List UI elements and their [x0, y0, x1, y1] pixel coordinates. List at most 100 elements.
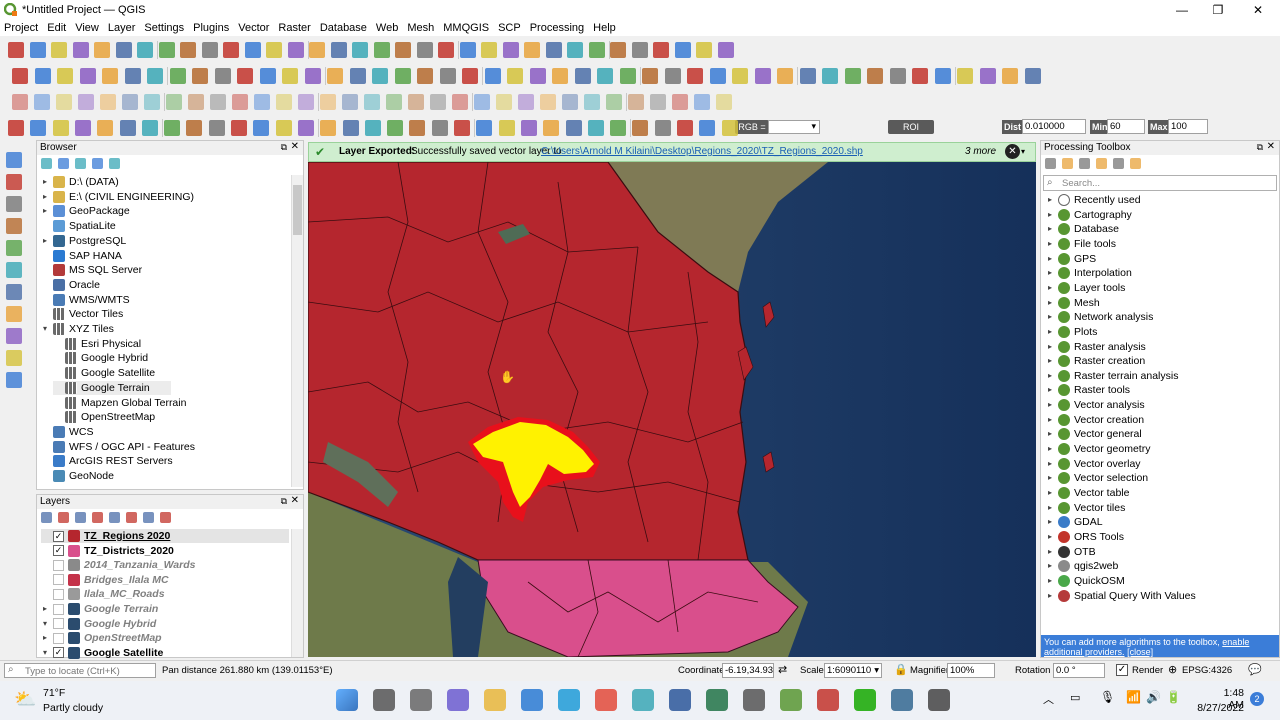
- toolbar-tool-icon[interactable]: [619, 68, 636, 84]
- toolbar-tool-icon[interactable]: [304, 68, 321, 84]
- volume-icon[interactable]: 🔊: [1146, 690, 1161, 704]
- toolbar-tool-icon[interactable]: [867, 68, 883, 84]
- processing-search-box[interactable]: ⌕ Search...: [1043, 175, 1277, 191]
- expand-arrow-icon[interactable]: ▸: [1046, 457, 1054, 471]
- layer-visibility-checkbox[interactable]: ✓: [53, 647, 64, 659]
- toolbar-tool-icon[interactable]: [282, 68, 298, 84]
- browser-item[interactable]: WCS: [41, 425, 94, 439]
- toolbar-tool-icon[interactable]: [694, 94, 710, 110]
- toolbar-tool-icon[interactable]: [459, 42, 476, 58]
- toolbar-tool-icon[interactable]: [462, 68, 478, 84]
- toolbar-tool-icon[interactable]: [562, 94, 578, 110]
- toolbar-tool-icon[interactable]: [122, 94, 138, 110]
- toolbar-tool-icon[interactable]: [529, 68, 546, 84]
- toolbar-tool-icon[interactable]: [912, 68, 928, 84]
- processing-provider-item[interactable]: ▸ Vector general: [1046, 427, 1142, 441]
- add-layer-icon[interactable]: [6, 306, 22, 322]
- coordinate-toggle-icon[interactable]: ⇄: [778, 663, 787, 676]
- panel-tool-icon[interactable]: [109, 158, 120, 169]
- menu-settings[interactable]: Settings: [144, 22, 184, 34]
- processing-provider-item[interactable]: ▸ Plots: [1046, 325, 1097, 339]
- message-menu-chevron-icon[interactable]: ▾: [1021, 143, 1025, 161]
- processing-provider-item[interactable]: ▸ Raster analysis: [1046, 340, 1146, 354]
- add-layer-icon[interactable]: [6, 372, 22, 388]
- weather-icon[interactable]: ⛅: [14, 689, 36, 710]
- panel-close-icon[interactable]: ✕: [291, 495, 299, 506]
- min-input[interactable]: 60: [1107, 119, 1145, 134]
- toolbar-tool-icon[interactable]: [330, 42, 347, 58]
- processing-provider-item[interactable]: ▸ File tools: [1046, 237, 1116, 251]
- toolbar-tool-icon[interactable]: [584, 94, 600, 110]
- menu-raster[interactable]: Raster: [278, 22, 310, 34]
- panel-tool-icon[interactable]: [41, 158, 52, 169]
- menu-database[interactable]: Database: [320, 22, 367, 34]
- toolbar-tool-icon[interactable]: [29, 42, 46, 58]
- expand-arrow-icon[interactable]: ▸: [1046, 530, 1054, 544]
- qgis-ltr-icon[interactable]: [780, 689, 802, 711]
- toolbar-tool-icon[interactable]: [677, 120, 693, 136]
- browser-item[interactable]: SpatiaLite: [41, 219, 116, 233]
- toolbar-tool-icon[interactable]: [254, 94, 270, 110]
- app-icon[interactable]: [928, 689, 950, 711]
- toolbar-tool-icon[interactable]: [732, 68, 748, 84]
- toolbar-tool-icon[interactable]: [687, 68, 703, 84]
- add-layer-icon[interactable]: [6, 152, 22, 168]
- expand-arrow-icon[interactable]: ▸: [41, 631, 49, 645]
- search-icon[interactable]: [373, 689, 395, 711]
- toolbar-tool-icon[interactable]: [545, 42, 562, 58]
- toolbar-tool-icon[interactable]: [244, 42, 261, 58]
- expand-arrow-icon[interactable]: ▸: [1046, 369, 1054, 383]
- processing-provider-item[interactable]: ▸ Raster creation: [1046, 354, 1145, 368]
- toolbar-tool-icon[interactable]: [664, 68, 681, 84]
- menu-vector[interactable]: Vector: [238, 22, 269, 34]
- layer-visibility-checkbox[interactable]: [53, 618, 64, 630]
- undock-icon[interactable]: ⧉: [281, 142, 287, 153]
- teams-chat-icon[interactable]: [447, 689, 469, 711]
- toolbar-tool-icon[interactable]: [588, 42, 605, 58]
- toolbar-tool-icon[interactable]: [349, 68, 366, 84]
- expand-arrow-icon[interactable]: ▸: [1046, 237, 1054, 251]
- add-layer-icon[interactable]: [6, 262, 22, 278]
- processing-provider-item[interactable]: ▸ Network analysis: [1046, 310, 1153, 324]
- processing-provider-item[interactable]: ▸ qgis2web: [1046, 559, 1118, 573]
- expand-arrow-icon[interactable]: ▸: [1046, 354, 1054, 368]
- toolbar-tool-icon[interactable]: [342, 94, 358, 110]
- panel-tool-icon[interactable]: [1062, 158, 1073, 169]
- panel-tool-icon[interactable]: [58, 158, 69, 169]
- panel-tool-icon[interactable]: [143, 512, 154, 523]
- toolbar-tool-icon[interactable]: [208, 120, 225, 136]
- toolbar-tool-icon[interactable]: [610, 120, 627, 136]
- toolbar-tool-icon[interactable]: [498, 120, 515, 136]
- toolbar-tool-icon[interactable]: [124, 68, 141, 84]
- browser-item[interactable]: ▸ E:\ (CIVIL ENGINEERING): [41, 190, 194, 204]
- processing-provider-item[interactable]: ▸ OTB: [1046, 545, 1096, 559]
- expand-arrow-icon[interactable]: ▸: [1046, 501, 1054, 515]
- toolbar-tool-icon[interactable]: [979, 68, 996, 84]
- expand-arrow-icon[interactable]: ▸: [1046, 310, 1054, 324]
- start-icon[interactable]: [336, 689, 358, 711]
- rotation-field[interactable]: 0.0 °: [1053, 663, 1105, 678]
- toolbar-tool-icon[interactable]: [507, 68, 523, 84]
- more-messages[interactable]: 3 more: [965, 143, 996, 161]
- toolbar-tool-icon[interactable]: [137, 42, 153, 58]
- menu-scp[interactable]: SCP: [498, 22, 521, 34]
- toolbar-tool-icon[interactable]: [352, 42, 368, 58]
- expand-arrow-icon[interactable]: ▸: [1046, 340, 1054, 354]
- toolbar-tool-icon[interactable]: [672, 94, 688, 110]
- toolbar-tool-icon[interactable]: [632, 120, 649, 136]
- toolbar-tool-icon[interactable]: [364, 94, 380, 110]
- processing-provider-item[interactable]: ▸ Spatial Query With Values: [1046, 589, 1196, 603]
- expand-arrow-icon[interactable]: ▸: [1046, 486, 1054, 500]
- processing-provider-item[interactable]: ▸ Vector overlay: [1046, 457, 1141, 471]
- toolbar-tool-icon[interactable]: [642, 68, 658, 84]
- toolbar-tool-icon[interactable]: [717, 42, 734, 58]
- add-layer-icon[interactable]: [6, 284, 22, 300]
- toolbar-tool-icon[interactable]: [606, 94, 622, 110]
- expand-arrow-icon[interactable]: ▸: [1046, 427, 1054, 441]
- close-window-button[interactable]: ✕: [1240, 0, 1276, 20]
- browser-item[interactable]: Mapzen Global Terrain: [53, 396, 186, 410]
- toolbar-tool-icon[interactable]: [438, 42, 454, 58]
- exported-file-link[interactable]: C:\Users\Arnold M Kilaini\Desktop\Region…: [541, 143, 863, 161]
- toolbar-tool-icon[interactable]: [102, 68, 118, 84]
- toolbar-tool-icon[interactable]: [320, 94, 336, 110]
